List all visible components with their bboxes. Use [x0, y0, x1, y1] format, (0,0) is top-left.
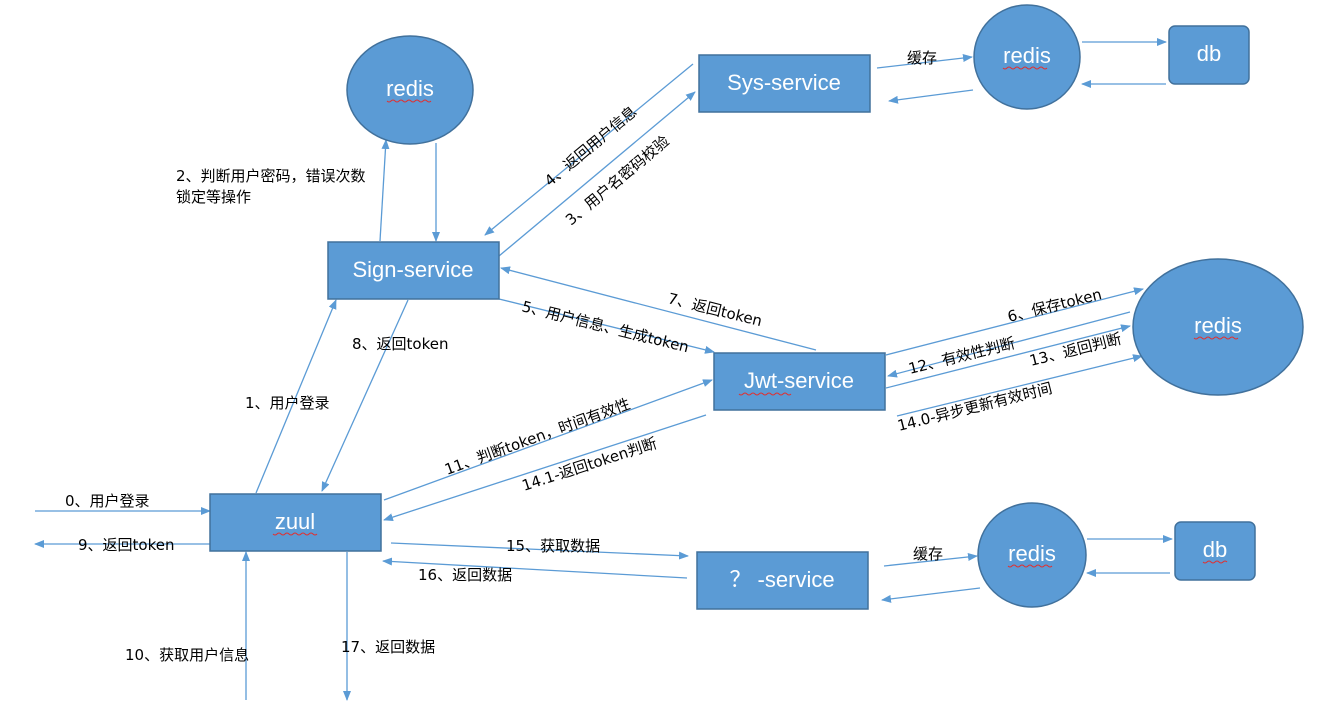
db-sys-label: db	[1197, 41, 1221, 66]
redis-unknown-label: redis	[1008, 541, 1056, 566]
db-unknown-label: db	[1203, 537, 1227, 562]
redis-sign-label: redis	[386, 76, 434, 101]
db-sys-node: db	[1168, 25, 1250, 85]
note-sign-redis-line2: 锁定等操作	[176, 188, 251, 206]
redis-jwt-node: redis	[1132, 258, 1304, 396]
sys-service-node: Sys-service	[698, 54, 871, 113]
label-zuul-to-unknown: 15、获取数据	[506, 537, 600, 555]
redis-sys-node: redis	[973, 4, 1081, 110]
label-get-user-info: 10、获取用户信息	[125, 646, 249, 664]
edge-labels: 0、用户登录 9、返回token 1、用户登录 8、返回token 2、判断用户…	[65, 49, 1123, 664]
edge-sign-to-sys	[498, 91, 696, 257]
sign-service-label: Sign-service	[352, 257, 473, 282]
nodes: redis Sign-service Sys-service redis db …	[209, 4, 1304, 610]
jwt-service-node: Jwt-service	[713, 352, 886, 411]
label-unknown-to-zuul: 16、返回数据	[418, 566, 512, 584]
redis-sys-label: redis	[1003, 43, 1051, 68]
edge-sign-to-zuul	[321, 299, 409, 492]
label-user-login-in: 0、用户登录	[65, 492, 150, 510]
label-unknown-cache: 缓存	[913, 545, 943, 563]
edge-sign-to-redis	[379, 139, 390, 242]
label-sign-to-zuul: 8、返回token	[352, 335, 449, 353]
label-redis-to-jwt-valid: 12、有效性判断	[907, 334, 1017, 378]
label-zuul-to-sign: 1、用户登录	[245, 394, 330, 412]
label-async-update: 14.0-异步更新有效时间	[896, 379, 1054, 435]
label-jwt-to-redis-save: 6、保存token	[1006, 285, 1104, 326]
unknown-service-label: ？ -service	[729, 567, 834, 592]
label-return-data-out: 17、返回数据	[341, 638, 435, 656]
redis-sign-node: redis	[346, 35, 474, 145]
sys-service-label: Sys-service	[727, 70, 841, 95]
note-sign-redis-line1: 2、判断用户密码，错误次数	[176, 167, 366, 185]
edge-redis-to-sys	[888, 89, 974, 104]
jwt-service-label: Jwt-service	[744, 368, 854, 393]
zuul-node: zuul	[209, 493, 382, 552]
redis-unknown-node: redis	[977, 502, 1087, 608]
edge-redis-to-unknown	[881, 587, 981, 603]
label-sys-cache: 缓存	[907, 49, 937, 67]
architecture-diagram: redis Sign-service Sys-service redis db …	[34, 4, 1304, 701]
sign-service-node: Sign-service	[327, 241, 500, 300]
db-unknown-node: db	[1174, 521, 1256, 581]
redis-jwt-label: redis	[1194, 313, 1242, 338]
zuul-label: zuul	[275, 509, 315, 534]
label-return-token-out: 9、返回token	[78, 536, 175, 554]
unknown-service-node: ？ -service	[696, 551, 869, 610]
